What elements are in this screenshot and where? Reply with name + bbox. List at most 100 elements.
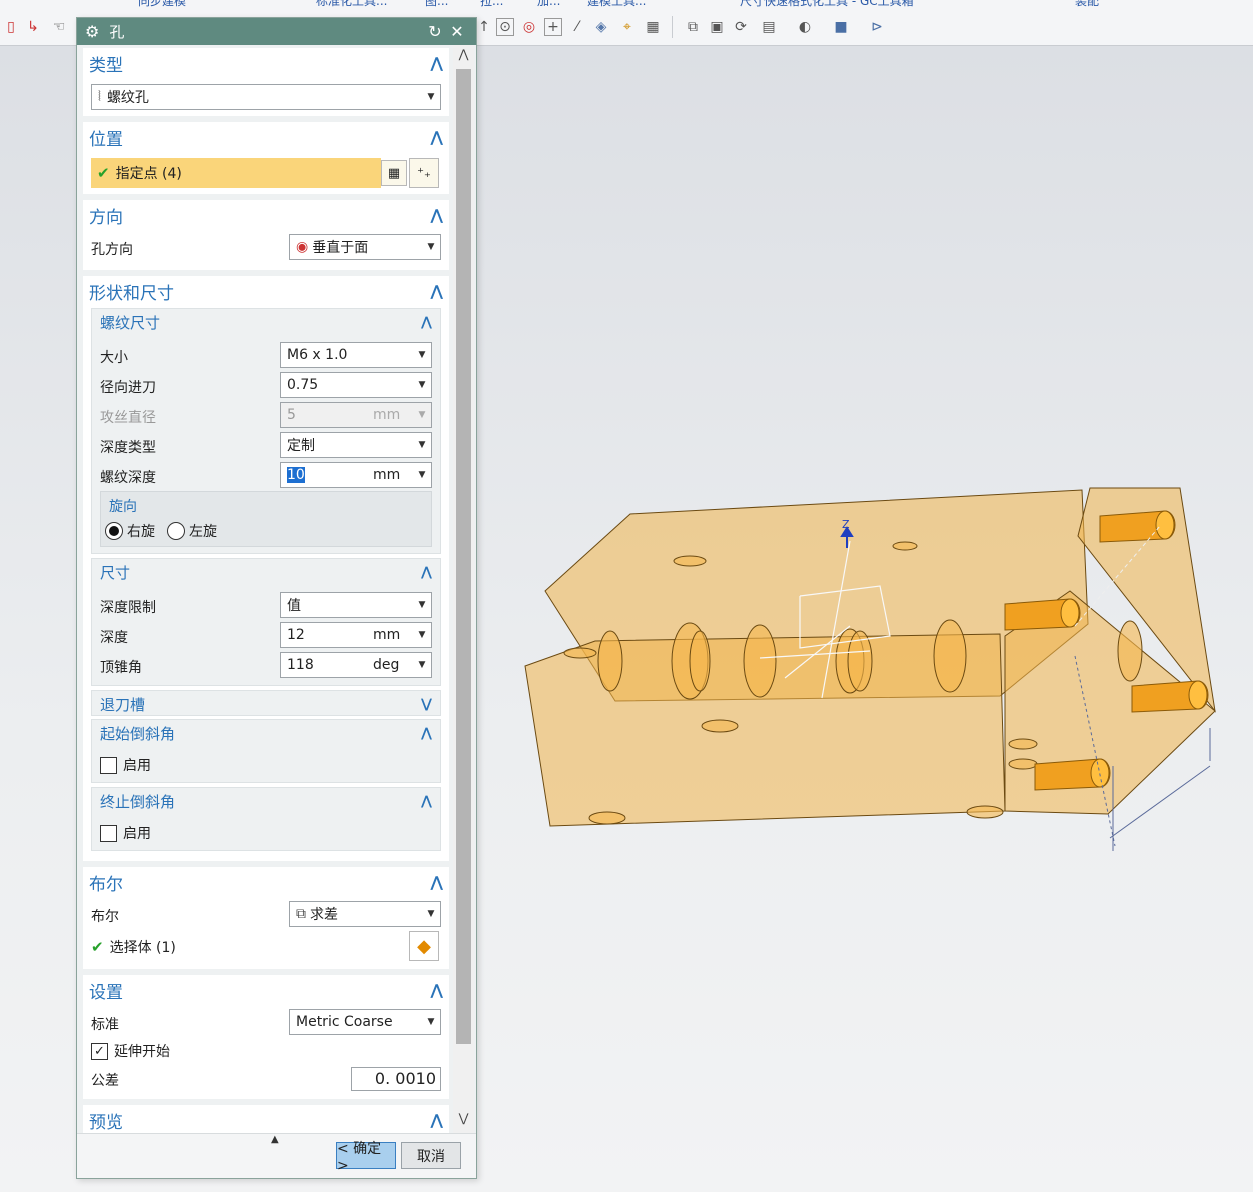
chevron-up-icon[interactable]: ⋀ bbox=[430, 128, 443, 146]
cancel-button[interactable]: 取消 bbox=[401, 1142, 461, 1169]
end-chamfer-enable[interactable]: 启用 bbox=[100, 823, 151, 843]
group-header[interactable]: 布尔 ⋀ bbox=[83, 867, 449, 897]
scroll-up-icon[interactable]: ⋀ bbox=[453, 47, 474, 67]
chevron-up-icon[interactable]: ⋀ bbox=[430, 54, 443, 72]
ribbon-tab[interactable]: 图... bbox=[425, 0, 448, 8]
hole-part-model[interactable]: Z bbox=[510, 466, 1250, 886]
arc-center-icon[interactable]: ◎ bbox=[520, 18, 538, 36]
tolerance-field[interactable]: 0. 0010 bbox=[351, 1067, 441, 1091]
render-style-icon[interactable]: ◐ bbox=[796, 18, 814, 36]
ribbon-tab[interactable]: 建模工具... bbox=[587, 0, 646, 8]
depth-type-select[interactable]: 定制 ▼ bbox=[280, 432, 432, 458]
shaded-cube-icon[interactable]: ■ bbox=[832, 18, 850, 36]
group-header[interactable]: 方向 ⋀ bbox=[83, 200, 449, 230]
ribbon-tab[interactable]: 拉... bbox=[480, 0, 503, 8]
point-icon[interactable]: ↑ bbox=[475, 18, 493, 36]
dialog-scrollbar[interactable]: ⋀ ⋁ bbox=[453, 45, 474, 1133]
select-body-row[interactable]: ✔ 选择体 (1) bbox=[91, 937, 176, 957]
subgroup-header[interactable]: 尺寸 ⋀ bbox=[92, 559, 440, 585]
chevron-up-icon[interactable]: ⋀ bbox=[430, 981, 443, 999]
dialog-titlebar[interactable]: ⚙ 孔 ↻ ✕ bbox=[77, 18, 476, 45]
chevron-up-icon[interactable]: ⋀ bbox=[430, 282, 443, 300]
ribbon-tab[interactable]: 尺寸快速格式化工具 - GC工具箱 bbox=[740, 0, 914, 8]
radio-button[interactable] bbox=[167, 522, 185, 540]
group-header[interactable]: 设置 ⋀ bbox=[83, 975, 449, 1005]
tip-angle-field[interactable]: 118 deg ▼ bbox=[280, 652, 432, 678]
group-header[interactable]: 位置 ⋀ bbox=[83, 122, 449, 152]
group-header[interactable]: 预览 ⋀ bbox=[83, 1105, 449, 1133]
rotate-icon[interactable]: ⟳ bbox=[732, 18, 750, 36]
snap-icon[interactable]: ↳ bbox=[24, 18, 42, 36]
point-on-curve-icon[interactable]: ⌖ bbox=[618, 18, 636, 36]
subgroup-header[interactable]: 起始倒斜角 ⋀ bbox=[92, 720, 440, 746]
checkmark-icon: ✔ bbox=[97, 164, 110, 182]
ribbon-tab[interactable]: 加... bbox=[537, 0, 560, 8]
chevron-up-icon[interactable]: ⋀ bbox=[421, 565, 432, 580]
group-shape-dimensions: 形状和尺寸 ⋀ 螺纹尺寸 ⋀ 大小 M6 x 1.0 ▼ 径向进刀 0.75 ▼ bbox=[83, 276, 449, 861]
standard-select[interactable]: Metric Coarse ▼ bbox=[289, 1009, 441, 1035]
thread-depth-field[interactable]: 10 mm ▼ bbox=[280, 462, 432, 488]
chevron-up-icon[interactable]: ⋀ bbox=[421, 794, 432, 809]
checkbox-checked[interactable]: ✓ bbox=[91, 1042, 108, 1060]
checkbox[interactable] bbox=[100, 824, 117, 842]
select-filter-icon[interactable]: ▯ bbox=[2, 18, 20, 36]
extend-start-toggle[interactable]: ✓ 延伸开始 bbox=[91, 1041, 170, 1061]
depth-limit-select[interactable]: 值 ▼ bbox=[280, 592, 432, 618]
ribbon-tab[interactable]: 标准化工具... bbox=[316, 0, 387, 8]
scroll-thumb[interactable] bbox=[456, 69, 471, 1044]
chevron-up-icon[interactable]: ⋀ bbox=[421, 726, 432, 741]
dropdown-arrow-icon: ▼ bbox=[418, 660, 426, 670]
radio-button-selected[interactable] bbox=[105, 522, 123, 540]
scroll-down-icon[interactable]: ⋁ bbox=[453, 1111, 474, 1131]
close-icon[interactable]: ✕ bbox=[446, 22, 468, 41]
radial-engage-select[interactable]: 0.75 ▼ bbox=[280, 372, 432, 398]
ok-button[interactable]: < 确定 > bbox=[336, 1141, 396, 1174]
solid-body-icon[interactable]: ◆ bbox=[409, 931, 439, 961]
collapse-arrow-icon[interactable]: ▲ bbox=[271, 1134, 279, 1145]
ribbon-tab[interactable]: 装配 bbox=[1075, 0, 1099, 8]
subtract-icon: ⧉ bbox=[296, 906, 306, 922]
size-select[interactable]: M6 x 1.0 ▼ bbox=[280, 342, 432, 368]
thread-depth-value[interactable]: 10 bbox=[287, 467, 305, 483]
hole-type-select[interactable]: ⦚ 螺纹孔 ▼ bbox=[91, 84, 441, 110]
pick-icon[interactable]: ☜ bbox=[50, 18, 68, 36]
group-header[interactable]: 形状和尺寸 ⋀ bbox=[83, 276, 449, 306]
grid-icon[interactable]: ▦ bbox=[644, 18, 662, 36]
hole-direction-select[interactable]: ◉ 垂直于面 ▼ bbox=[289, 234, 441, 260]
boolean-select[interactable]: ⧉ 求差 ▼ bbox=[289, 901, 441, 927]
group-header[interactable]: 类型 ⋀ bbox=[83, 48, 449, 78]
fit-view-icon[interactable]: ⧉ bbox=[684, 18, 702, 36]
point-dialog-icon[interactable]: ⁺₊ bbox=[409, 158, 439, 188]
depth-field[interactable]: 12 mm ▼ bbox=[280, 622, 432, 648]
line-icon[interactable]: ⁄ bbox=[568, 18, 586, 36]
chevron-up-icon[interactable]: ⋀ bbox=[430, 873, 443, 891]
center-point-icon[interactable]: ⊙ bbox=[496, 18, 514, 36]
chevron-up-icon[interactable]: ⋀ bbox=[430, 1111, 443, 1129]
left-hand-radio[interactable]: 左旋 bbox=[167, 521, 217, 541]
face-icon[interactable]: ◈ bbox=[592, 18, 610, 36]
subgroup-header[interactable]: 螺纹尺寸 ⋀ bbox=[92, 309, 440, 335]
sketch-section-icon[interactable]: ▦ bbox=[381, 160, 407, 186]
intersection-icon[interactable]: + bbox=[544, 18, 562, 36]
dropdown-arrow-icon: ▼ bbox=[427, 1017, 435, 1027]
zoom-icon[interactable]: ▣ bbox=[708, 18, 726, 36]
gear-icon[interactable]: ⚙ bbox=[85, 22, 99, 41]
ribbon-tab[interactable]: 同步建模 bbox=[138, 0, 186, 8]
radial-engage-label: 径向进刀 bbox=[100, 380, 156, 396]
subgroup-thread-size: 螺纹尺寸 ⋀ 大小 M6 x 1.0 ▼ 径向进刀 0.75 ▼ 攻丝直径 5 … bbox=[91, 308, 441, 554]
reset-icon[interactable]: ↻ bbox=[424, 22, 446, 41]
view-triad-icon[interactable]: ⊳ bbox=[868, 18, 886, 36]
orient-icon[interactable]: ▤ bbox=[760, 18, 778, 36]
subgroup-header[interactable]: 退刀槽 ⋁ bbox=[92, 691, 440, 717]
chevron-up-icon[interactable]: ⋀ bbox=[430, 206, 443, 224]
subgroup-start-chamfer: 起始倒斜角 ⋀ 启用 bbox=[91, 719, 441, 783]
chevron-down-icon[interactable]: ⋁ bbox=[421, 697, 432, 712]
subgroup-header[interactable]: 终止倒斜角 ⋀ bbox=[92, 788, 440, 814]
specify-point-row[interactable]: ✔ 指定点 (4) bbox=[91, 158, 381, 188]
right-hand-radio[interactable]: 右旋 bbox=[105, 521, 155, 541]
checkbox[interactable] bbox=[100, 756, 117, 774]
tolerance-label: 公差 bbox=[91, 1073, 119, 1089]
group-title: 布尔 bbox=[89, 874, 123, 895]
start-chamfer-enable[interactable]: 启用 bbox=[100, 755, 151, 775]
chevron-up-icon[interactable]: ⋀ bbox=[421, 315, 432, 330]
